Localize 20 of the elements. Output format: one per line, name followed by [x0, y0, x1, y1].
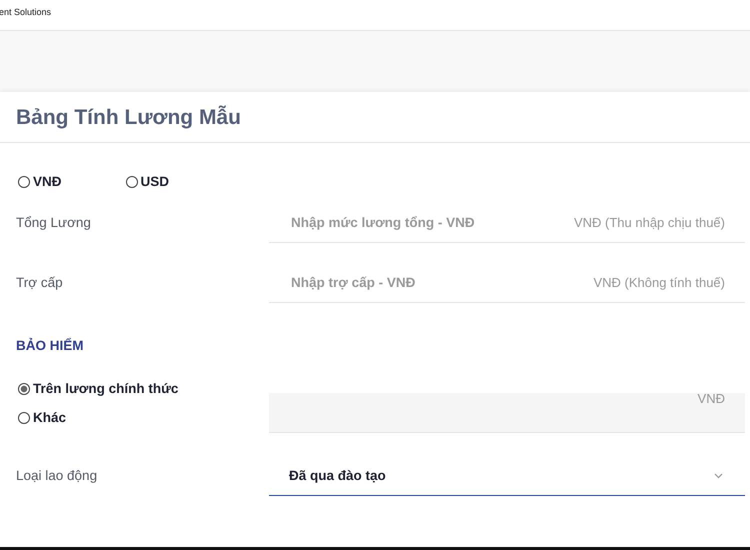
dropdown[interactable]: Đã qua đào tạo	[269, 456, 745, 496]
radio-label: Trên lương chính thức	[33, 381, 178, 396]
radio-button[interactable]	[18, 176, 30, 188]
radio-label: VNĐ	[33, 174, 62, 189]
chevron-down-icon	[714, 472, 723, 478]
field-label: Loại lao động	[16, 468, 98, 483]
field-label: Trợ cấp	[16, 275, 64, 290]
section-heading: BẢO HIỂM	[16, 338, 84, 353]
radio-button[interactable]	[126, 176, 138, 188]
input-field[interactable]: Nhập mức lương tổng - VNĐ	[289, 214, 574, 231]
unit-label: VNĐ (Không tính thuế)	[593, 275, 725, 290]
radio-label: Khác	[33, 410, 66, 425]
radio-button[interactable]	[18, 412, 30, 424]
radio-label: USD	[140, 174, 170, 189]
unit-label: VNĐ	[698, 391, 725, 406]
field-label: Tổng Lương	[16, 215, 92, 230]
unit-label: VNĐ (Thu nhập chịu thuế)	[574, 215, 725, 230]
radio-button[interactable]	[18, 382, 30, 394]
input-field[interactable]: Nhập trợ cấp - VNĐ	[289, 274, 594, 291]
panel-title: Bảng Tính Lương Mẫu	[0, 92, 750, 143]
